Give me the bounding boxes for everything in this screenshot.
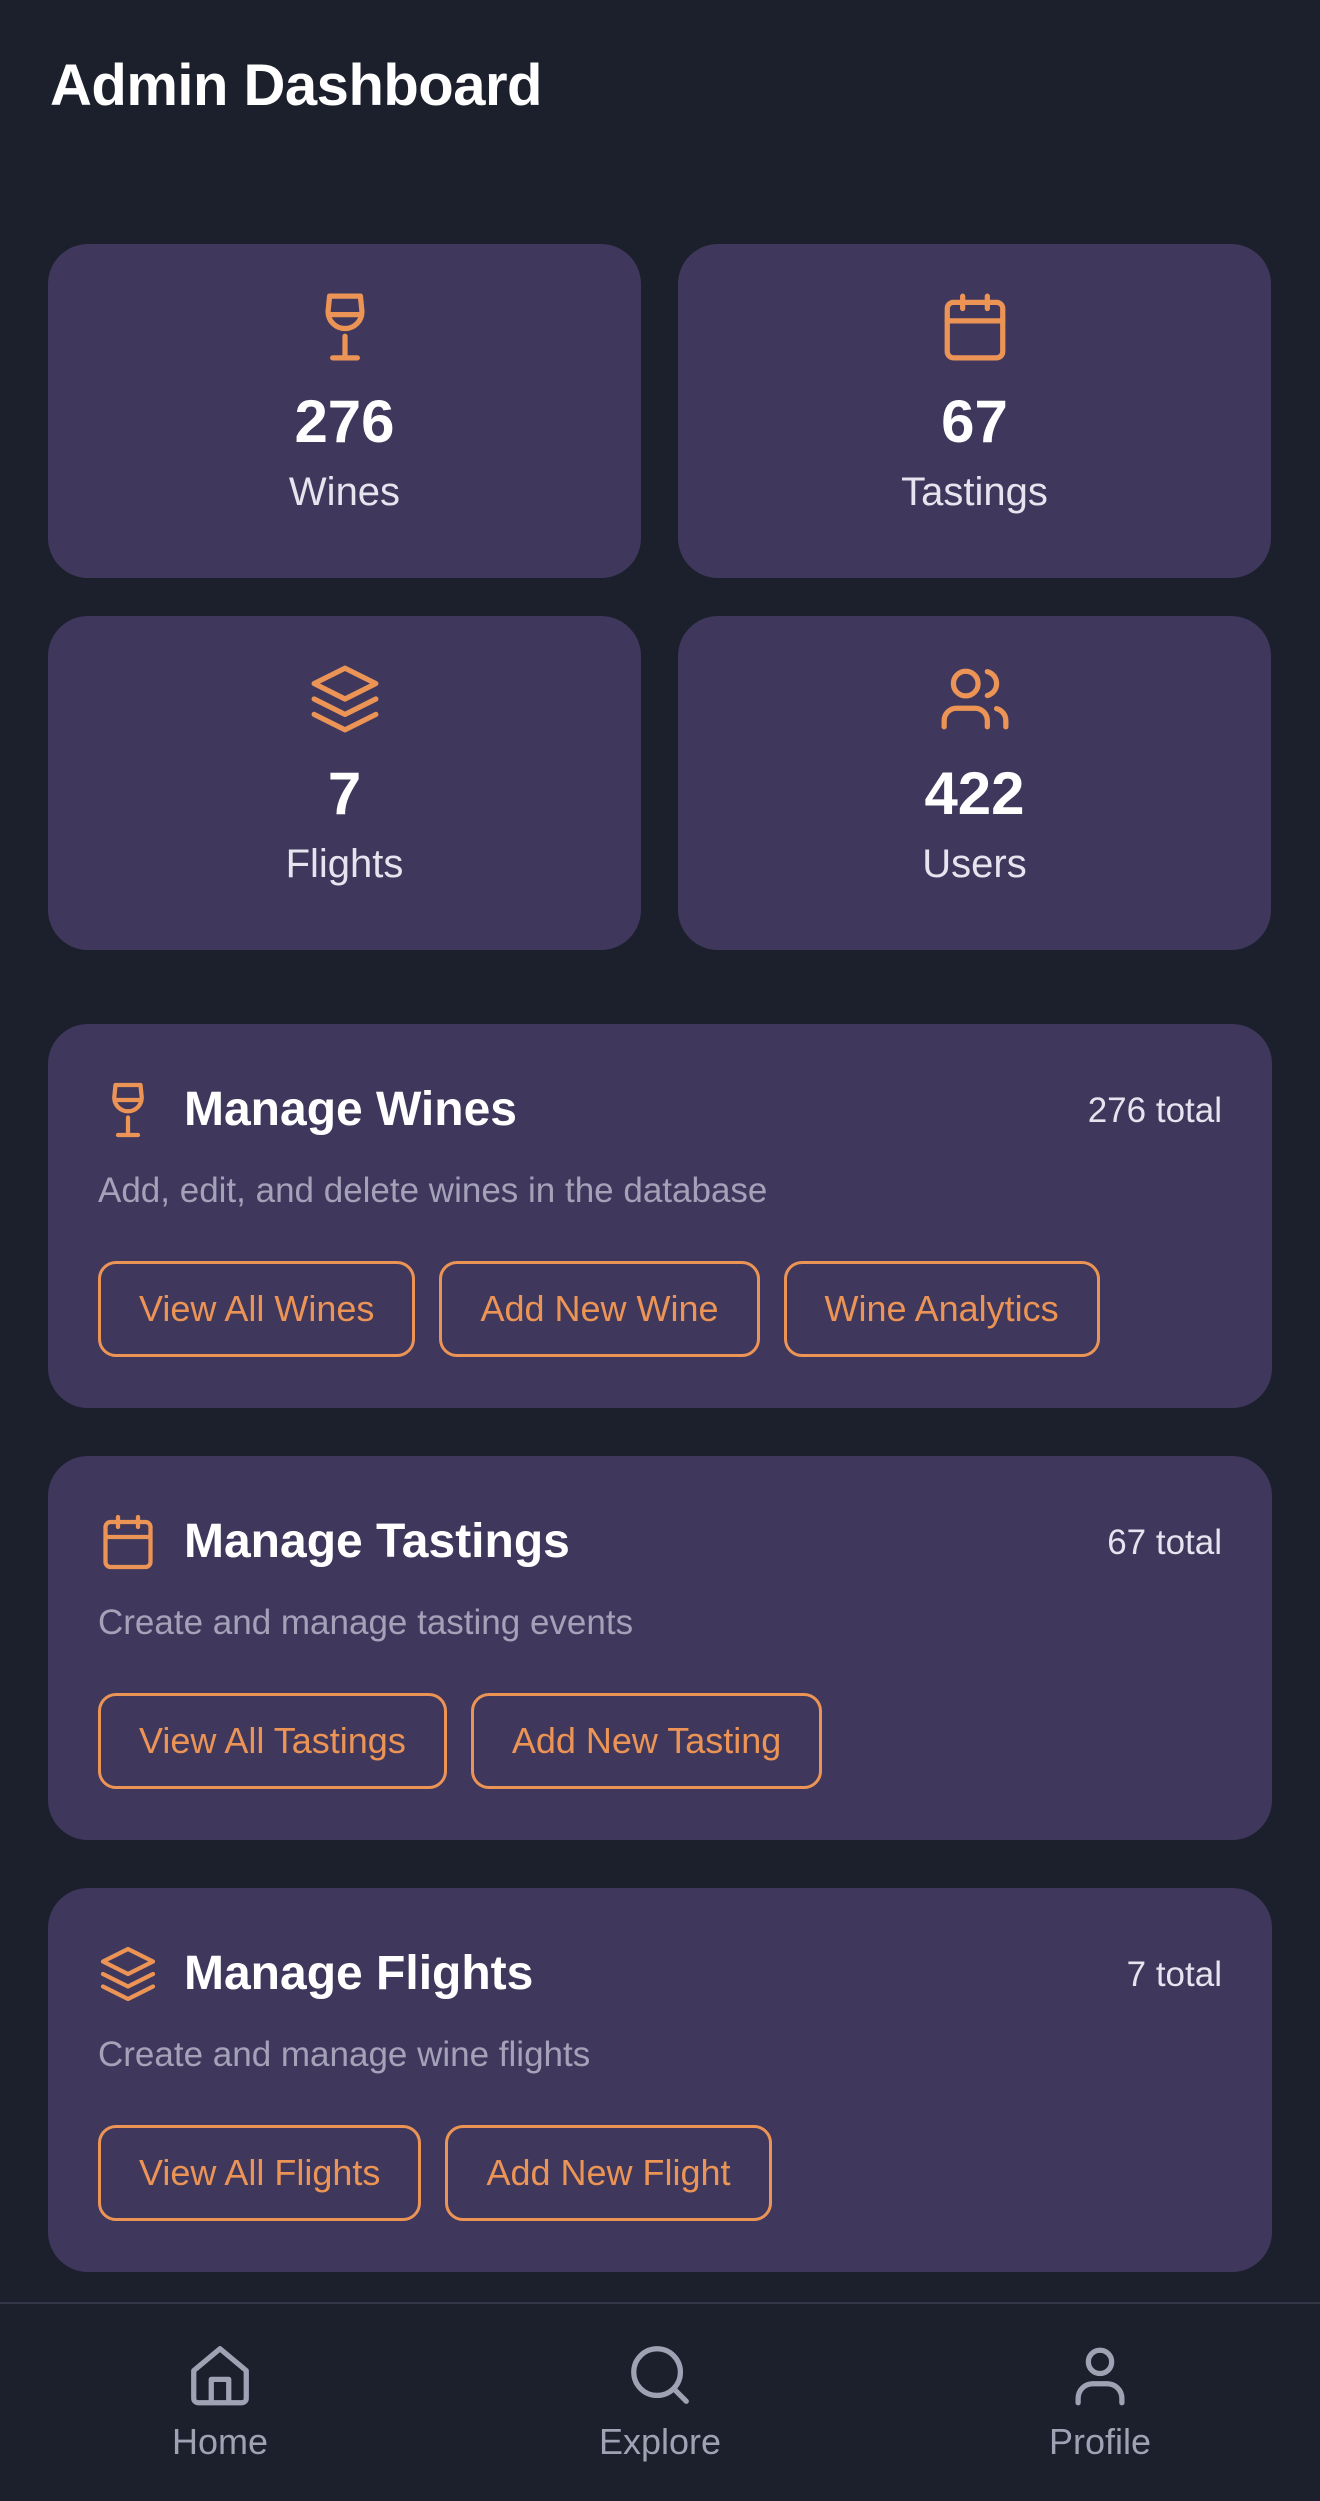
stat-card-flights[interactable]: 7 Flights bbox=[48, 616, 641, 950]
nav-label: Explore bbox=[598, 2421, 722, 2462]
stat-label: Tastings bbox=[901, 470, 1048, 514]
wine-glass-icon bbox=[308, 290, 382, 364]
add-new-wine-button[interactable]: Add New Wine bbox=[439, 1261, 760, 1357]
view-all-tastings-button[interactable]: View All Tastings bbox=[98, 1693, 447, 1789]
calendar-icon bbox=[98, 1512, 158, 1572]
add-new-flight-button[interactable]: Add New Flight bbox=[445, 2125, 772, 2221]
wine-glass-icon bbox=[98, 1080, 158, 1140]
section-title: Manage Flights bbox=[184, 1947, 534, 2000]
stat-value: 422 bbox=[924, 760, 1025, 827]
stat-value: 67 bbox=[941, 388, 1008, 455]
user-icon bbox=[1065, 2340, 1135, 2410]
stat-value: 7 bbox=[327, 760, 362, 827]
stat-card-tastings[interactable]: 67 Tastings bbox=[678, 244, 1271, 578]
nav-item-home[interactable]: Home bbox=[100, 2340, 340, 2460]
manage-wines-card: Manage Wines 276 total Add, edit, and de… bbox=[48, 1024, 1272, 1408]
section-count: 276 total bbox=[1087, 1091, 1222, 1130]
stat-label: Users bbox=[922, 842, 1027, 886]
view-all-wines-button[interactable]: View All Wines bbox=[98, 1261, 416, 1357]
nav-label: Profile bbox=[1048, 2421, 1152, 2462]
bottom-nav: Home Explore Profile bbox=[0, 2302, 1320, 2501]
search-icon bbox=[625, 2340, 695, 2410]
nav-item-profile[interactable]: Profile bbox=[980, 2340, 1220, 2460]
manage-tastings-card: Manage Tastings 67 total Create and mana… bbox=[48, 1456, 1272, 1840]
section-count: 7 total bbox=[1126, 1955, 1222, 1994]
calendar-icon bbox=[938, 290, 1012, 364]
section-count: 67 total bbox=[1107, 1523, 1222, 1562]
view-all-flights-button[interactable]: View All Flights bbox=[98, 2125, 422, 2221]
section-description: Create and manage tasting events bbox=[98, 1603, 634, 1642]
section-buttons: View All Flights Add New Flight bbox=[98, 2125, 772, 2221]
nav-label: Home bbox=[171, 2421, 269, 2462]
section-buttons: View All Tastings Add New Tasting bbox=[98, 1693, 823, 1789]
section-description: Create and manage wine flights bbox=[98, 2035, 591, 2074]
stat-card-wines[interactable]: 276 Wines bbox=[48, 244, 641, 578]
manage-flights-card: Manage Flights 7 total Create and manage… bbox=[48, 1888, 1272, 2272]
layers-icon bbox=[98, 1944, 158, 2004]
add-new-tasting-button[interactable]: Add New Tasting bbox=[470, 1693, 823, 1789]
nav-item-explore[interactable]: Explore bbox=[540, 2340, 780, 2460]
stat-value: 276 bbox=[294, 388, 395, 455]
wine-analytics-button[interactable]: Wine Analytics bbox=[783, 1261, 1100, 1357]
section-buttons: View All Wines Add New Wine Wine Analyti… bbox=[98, 1261, 1100, 1357]
stat-label: Flights bbox=[285, 842, 404, 886]
users-icon bbox=[938, 662, 1012, 736]
section-title: Manage Wines bbox=[184, 1083, 517, 1136]
layers-icon bbox=[308, 662, 382, 736]
section-description: Add, edit, and delete wines in the datab… bbox=[98, 1171, 768, 1210]
page-title: Admin Dashboard bbox=[50, 53, 543, 118]
stat-label: Wines bbox=[288, 470, 401, 514]
home-icon bbox=[185, 2340, 255, 2410]
stat-card-users[interactable]: 422 Users bbox=[678, 616, 1271, 950]
section-title: Manage Tastings bbox=[184, 1515, 570, 1568]
